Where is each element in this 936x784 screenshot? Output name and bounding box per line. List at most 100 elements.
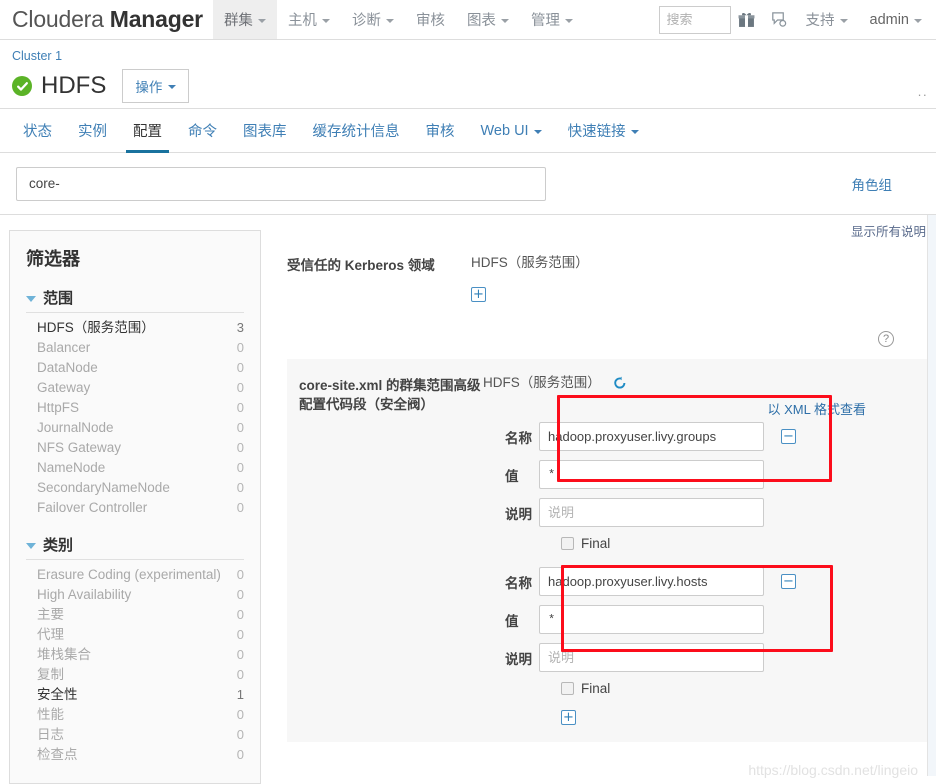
filter-item-count: 0 — [236, 420, 244, 435]
filter-item-count: 0 — [236, 380, 244, 395]
service-actions-button[interactable]: 操作 — [122, 69, 190, 103]
tab-instances[interactable]: 实例 — [65, 109, 120, 152]
add-entry-button[interactable]: + — [471, 287, 486, 302]
nav-item-audits[interactable]: 审核 — [405, 0, 456, 39]
add-entry-button[interactable]: + — [561, 710, 576, 725]
nav-item-charts[interactable]: 图表 — [456, 0, 520, 39]
filter-group-scope-header[interactable]: 范围 — [26, 287, 244, 313]
nav-item-administration[interactable]: 管理 — [520, 0, 584, 39]
filter-item-count: 0 — [236, 607, 244, 622]
final-checkbox[interactable] — [561, 537, 574, 550]
tab-web-ui-label: Web UI — [480, 122, 529, 139]
brand-logo[interactable]: Cloudera Manager — [0, 0, 213, 39]
chevron-down-icon — [26, 295, 36, 302]
property-description-input[interactable] — [539, 643, 764, 672]
filter-item-count: 0 — [236, 400, 244, 415]
filter-item-replication[interactable]: 复制 0 — [26, 665, 244, 685]
chevron-down-icon — [914, 18, 922, 23]
filter-item-label: 检查点 — [37, 747, 78, 762]
property-value-input[interactable] — [539, 605, 764, 634]
help-icon[interactable]: ? — [878, 331, 894, 347]
nav-item-administration-label: 管理 — [530, 13, 560, 29]
config-block-trusted-kerberos-realms: 受信任的 Kerberos 领域 HDFS（服务范围） + ? — [287, 241, 936, 359]
tab-web-ui[interactable]: Web UI — [468, 109, 555, 152]
view-as-xml-link[interactable]: 以 XML 格式查看 — [483, 393, 936, 418]
config-label: 受信任的 Kerberos 领域 — [287, 258, 435, 273]
tab-configuration[interactable]: 配置 — [120, 109, 175, 153]
filter-item-logs[interactable]: 日志 0 — [26, 725, 244, 745]
filter-item-httpfs[interactable]: HttpFS 0 — [26, 398, 244, 418]
filter-item-nfs-gateway[interactable]: NFS Gateway 0 — [26, 438, 244, 458]
filter-item-gateway[interactable]: Gateway 0 — [26, 378, 244, 398]
filter-item-secondarynamenode[interactable]: SecondaryNameNode 0 — [26, 478, 244, 498]
filter-item-performance[interactable]: 性能 0 — [26, 705, 244, 725]
filter-item-stacks-collection[interactable]: 堆栈集合 0 — [26, 645, 244, 665]
property-entry: 名称 − 值 说明 — [483, 422, 936, 551]
tab-audits[interactable]: 审核 — [413, 109, 468, 152]
filter-group-category-header[interactable]: 类别 — [26, 534, 244, 560]
property-name-input[interactable] — [539, 567, 764, 596]
filter-item-failover-controller[interactable]: Failover Controller 0 — [26, 498, 244, 518]
reset-circular-arrow-icon[interactable] — [613, 376, 627, 390]
page-scrollbar[interactable] — [927, 215, 936, 776]
filter-item-hdfs-service-wide[interactable]: HDFS（服务范围） 3 — [26, 318, 244, 338]
filter-item-label: JournalNode — [37, 420, 114, 435]
filter-item-namenode[interactable]: NameNode 0 — [26, 458, 244, 478]
filter-item-count: 0 — [236, 647, 244, 662]
config-scope-label: HDFS（服务范围） — [471, 255, 589, 270]
tab-quick-links[interactable]: 快速链接 — [555, 109, 652, 152]
header-overflow-menu[interactable]: ·· — [917, 87, 928, 102]
filter-item-count: 0 — [236, 667, 244, 682]
nav-item-hosts[interactable]: 主机 — [277, 0, 341, 39]
remove-entry-button[interactable]: − — [781, 574, 796, 589]
remove-entry-button[interactable]: − — [781, 429, 796, 444]
final-checkbox[interactable] — [561, 682, 574, 695]
config-block-core-site-safety-valve: core-site.xml 的群集范围高级配置代码段（安全阀） HDFS（服务范… — [287, 359, 936, 742]
filter-item-count: 0 — [236, 727, 244, 742]
filter-item-high-availability[interactable]: High Availability 0 — [26, 585, 244, 605]
global-search-input[interactable] — [658, 5, 731, 34]
filter-item-balancer[interactable]: Balancer 0 — [26, 338, 244, 358]
role-groups-link[interactable]: 角色组 — [852, 174, 893, 194]
support-widget-icon[interactable] — [763, 0, 795, 39]
filter-item-main[interactable]: 主要 0 — [26, 605, 244, 625]
property-name-input[interactable] — [539, 422, 764, 451]
filter-item-checkpoints[interactable]: 检查点 0 — [26, 745, 244, 765]
config-row: 受信任的 Kerberos 领域 HDFS（服务范围） + — [287, 253, 936, 303]
page-title: HDFS — [41, 72, 107, 99]
tab-commands[interactable]: 命令 — [175, 109, 230, 152]
nav-item-clusters[interactable]: 群集 — [212, 0, 277, 39]
property-value-input[interactable] — [539, 460, 764, 489]
tab-cache-statistics[interactable]: 缓存统计信息 — [300, 109, 413, 152]
configuration-content: 筛选器 范围 HDFS（服务范围） 3 Balancer 0 DataNode … — [0, 215, 936, 784]
add-entry-row: + — [471, 285, 936, 303]
service-actions-label: 操作 — [135, 80, 163, 95]
filter-group-scope-label: 范围 — [43, 290, 74, 307]
filter-item-security[interactable]: 安全性 1 — [26, 685, 244, 705]
chevron-down-icon — [500, 18, 509, 23]
filter-item-label: Failover Controller — [37, 500, 148, 515]
config-scope: HDFS（服务范围） — [471, 253, 936, 273]
configuration-search-input[interactable] — [16, 166, 546, 201]
tab-chart-library[interactable]: 图表库 — [230, 109, 300, 152]
filter-item-count: 0 — [236, 480, 244, 495]
filter-item-erasure-coding[interactable]: Erasure Coding (experimental) 0 — [26, 565, 244, 585]
filter-item-count: 0 — [236, 627, 244, 642]
show-all-descriptions-link[interactable]: 显示所有说明 — [287, 223, 936, 241]
breadcrumb[interactable]: Cluster 1 — [12, 48, 924, 64]
filter-item-datanode[interactable]: DataNode 0 — [26, 358, 244, 378]
filter-item-journalnode[interactable]: JournalNode 0 — [26, 418, 244, 438]
tab-commands-label: 命令 — [188, 124, 217, 140]
nav-item-diagnostics[interactable]: 诊断 — [341, 0, 405, 39]
nav-item-support[interactable]: 支持 — [795, 0, 859, 39]
property-name-label: 名称 — [505, 575, 532, 591]
config-label: core-site.xml 的群集范围高级配置代码段（安全阀） — [299, 378, 481, 412]
gift-icon[interactable] — [731, 0, 763, 39]
property-description-input[interactable] — [539, 498, 764, 527]
filter-item-count: 0 — [236, 360, 244, 375]
filter-item-proxy[interactable]: 代理 0 — [26, 625, 244, 645]
tab-status[interactable]: 状态 — [10, 109, 65, 152]
chevron-down-icon — [533, 129, 542, 134]
nav-item-user-menu[interactable]: admin — [859, 0, 936, 39]
